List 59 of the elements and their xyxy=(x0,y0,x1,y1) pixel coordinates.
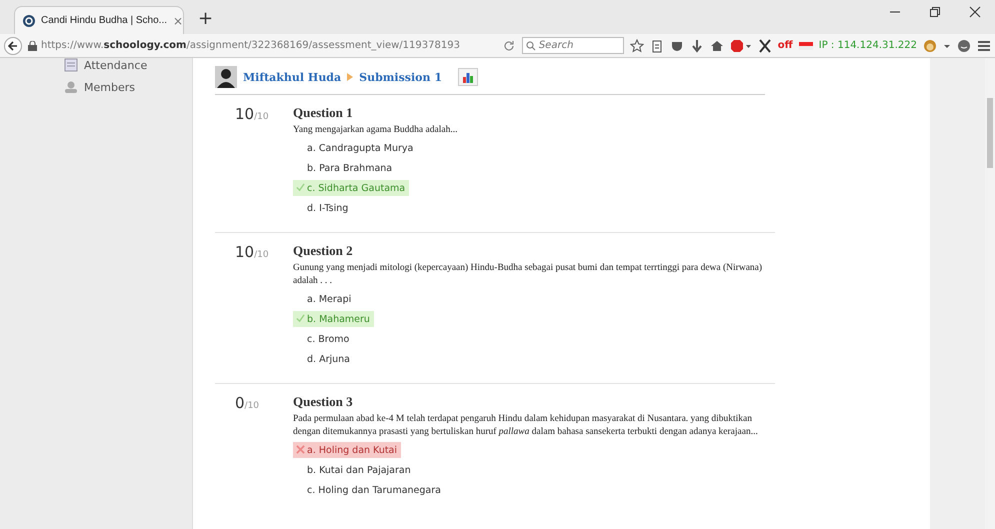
browser-tab[interactable]: Candi Hindu Budha | Scho... × xyxy=(14,6,184,34)
answer-option: b. Kutai dan Pajajaran xyxy=(293,462,415,478)
question-text: Gunung yang menjadi mitologi (kepercayaan) Hindu-Budha sebagai pusat bumi dan tempat terrtinggi para dewa (Nirwana) adalah . . . xyxy=(293,262,764,288)
back-button[interactable] xyxy=(4,36,22,54)
new-tab-button[interactable]: + xyxy=(194,8,218,29)
tab-close-button[interactable]: × xyxy=(173,14,184,28)
question-score: 10/10 xyxy=(234,243,270,263)
question-score: 0/10 xyxy=(234,394,260,414)
calendar-icon xyxy=(64,58,78,72)
answer-option: c. Sidharta Gautama xyxy=(293,180,410,196)
adblock-icon[interactable] xyxy=(730,38,752,52)
cross-icon xyxy=(296,445,305,454)
answer-option: c. Bromo xyxy=(293,331,354,347)
answer-option: a. Merapi xyxy=(293,291,356,307)
scrollbar[interactable] xyxy=(985,58,995,529)
star-icon[interactable] xyxy=(630,38,644,52)
bar-chart-icon xyxy=(462,71,474,83)
question-score: 10/10 xyxy=(234,105,270,125)
search-field[interactable]: Search xyxy=(522,37,624,54)
close-icon[interactable] xyxy=(969,6,981,18)
answer-option: d. I-Tsing xyxy=(293,200,352,216)
answer-option: a. Holing dan Kutai xyxy=(293,442,402,458)
lock-icon xyxy=(28,40,37,50)
question-title: Question 2 xyxy=(293,243,354,259)
question-title: Question 1 xyxy=(293,105,354,121)
home-icon[interactable] xyxy=(710,38,724,52)
question-title: Question 3 xyxy=(293,394,354,410)
person-icon xyxy=(64,80,78,94)
search-icon xyxy=(526,40,536,50)
sidebar-link[interactable]: Members xyxy=(84,80,135,94)
tab-title: Candi Hindu Budha | Scho... xyxy=(41,15,168,26)
answer-option: b. Para Brahmana xyxy=(293,160,396,176)
ip-address: IP : 114.124.31.222 xyxy=(818,40,917,51)
answer-option: a. Candragupta Murya xyxy=(293,140,418,156)
answer-option: c. Holing dan Tarumanegara xyxy=(293,482,445,498)
check-icon xyxy=(296,183,305,192)
statistics-button[interactable] xyxy=(458,68,478,86)
site-logo-icon xyxy=(23,14,35,26)
check-icon xyxy=(296,314,305,323)
answer-option: d. Arjuna xyxy=(293,351,354,367)
proxy-status: off xyxy=(778,40,793,51)
menu-icon[interactable] xyxy=(977,38,991,52)
breadcrumb-arrow-icon xyxy=(347,73,354,81)
restore-icon[interactable] xyxy=(929,6,941,18)
flag-icon xyxy=(798,42,813,50)
url-text[interactable]: https://www.schoology.com/assignment/322368169/assessment_view/119378193 xyxy=(41,40,460,51)
clipboard-icon[interactable] xyxy=(650,38,664,52)
answer-option: b. Mahameru xyxy=(293,311,374,327)
reload-icon[interactable] xyxy=(502,38,516,52)
x-icon[interactable] xyxy=(758,38,772,52)
question-text: Yang mengajarkan agama Buddha adalah... xyxy=(293,124,458,137)
sidebar-link[interactable]: Attendance xyxy=(84,58,148,72)
download-icon[interactable] xyxy=(690,38,704,52)
search-input[interactable]: Search xyxy=(538,40,619,51)
avatar-silhouette-icon xyxy=(215,66,237,88)
submission-link[interactable]: Submission 1 xyxy=(359,70,442,84)
back-arrow-icon xyxy=(8,40,18,50)
student-name[interactable]: Miftakhul Huda xyxy=(243,70,342,84)
question-text: Pada permulaan abad ke-4 M telah terdapat pengaruh Hindu dalam kehidupan masyarakat di Nusantara. yang dibuktikan dengan ditemukannya prasasti yang bertuliskan huruf pallawa dalam bahasa sansekerta terbukti dengan adanya kerajaan... xyxy=(293,413,759,439)
